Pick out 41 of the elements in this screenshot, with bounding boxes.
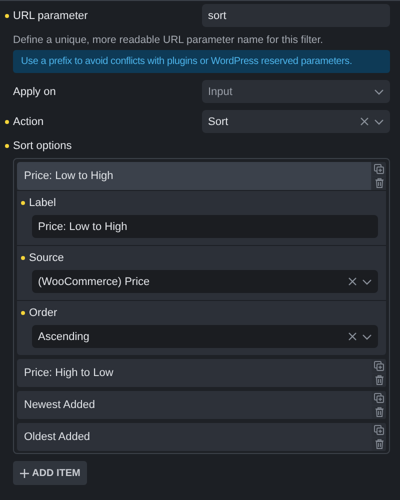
copy-icon xyxy=(374,164,384,174)
field-label: Action xyxy=(13,116,44,128)
field-label: URL parameter xyxy=(13,10,88,22)
select-field[interactable]: Input xyxy=(202,80,390,103)
chevron-down-icon[interactable] xyxy=(362,278,372,284)
field-label: Source xyxy=(29,252,64,264)
field-label: Apply on xyxy=(13,86,56,98)
field-label: Sort options xyxy=(13,140,72,152)
plus-icon xyxy=(20,468,29,478)
clear-icon[interactable] xyxy=(360,117,369,126)
select-field[interactable]: Ascending xyxy=(32,325,378,348)
repeater-item-header[interactable]: Price: Low to High xyxy=(17,162,371,190)
delete-button[interactable] xyxy=(372,374,386,387)
trash-icon xyxy=(374,375,384,386)
delete-button[interactable] xyxy=(372,438,386,451)
field-label: Order xyxy=(29,307,58,319)
trash-icon xyxy=(374,178,384,188)
duplicate-button[interactable] xyxy=(372,162,386,176)
text-field[interactable]: sort xyxy=(202,4,390,27)
add-item-button[interactable]: ADD ITEM xyxy=(13,461,88,485)
field-label: Label xyxy=(29,197,56,209)
info-notice: Use a prefix to avoid conflicts with plugins or WordPress reserved parameters. xyxy=(13,50,390,73)
clear-icon[interactable] xyxy=(348,277,357,286)
copy-icon xyxy=(374,392,384,403)
chevron-down-icon[interactable] xyxy=(362,334,372,340)
duplicate-button[interactable] xyxy=(372,359,386,372)
duplicate-button[interactable] xyxy=(372,423,386,436)
chevron-down-icon[interactable] xyxy=(374,118,384,124)
select-field[interactable]: Sort xyxy=(202,110,390,133)
text-field[interactable]: Price: Low to High xyxy=(32,215,378,238)
delete-button[interactable] xyxy=(372,406,386,419)
chevron-down-icon[interactable] xyxy=(374,88,384,94)
description-text: Define a unique, more readable URL parameter name for this filter. xyxy=(13,34,324,46)
trash-icon xyxy=(374,439,384,450)
duplicate-button[interactable] xyxy=(372,391,386,404)
select-field[interactable]: (WooCommerce) Price xyxy=(32,270,378,293)
copy-icon xyxy=(374,360,384,371)
copy-icon xyxy=(374,424,384,435)
delete-button[interactable] xyxy=(372,176,386,190)
trash-icon xyxy=(374,407,384,418)
clear-icon[interactable] xyxy=(348,332,357,341)
